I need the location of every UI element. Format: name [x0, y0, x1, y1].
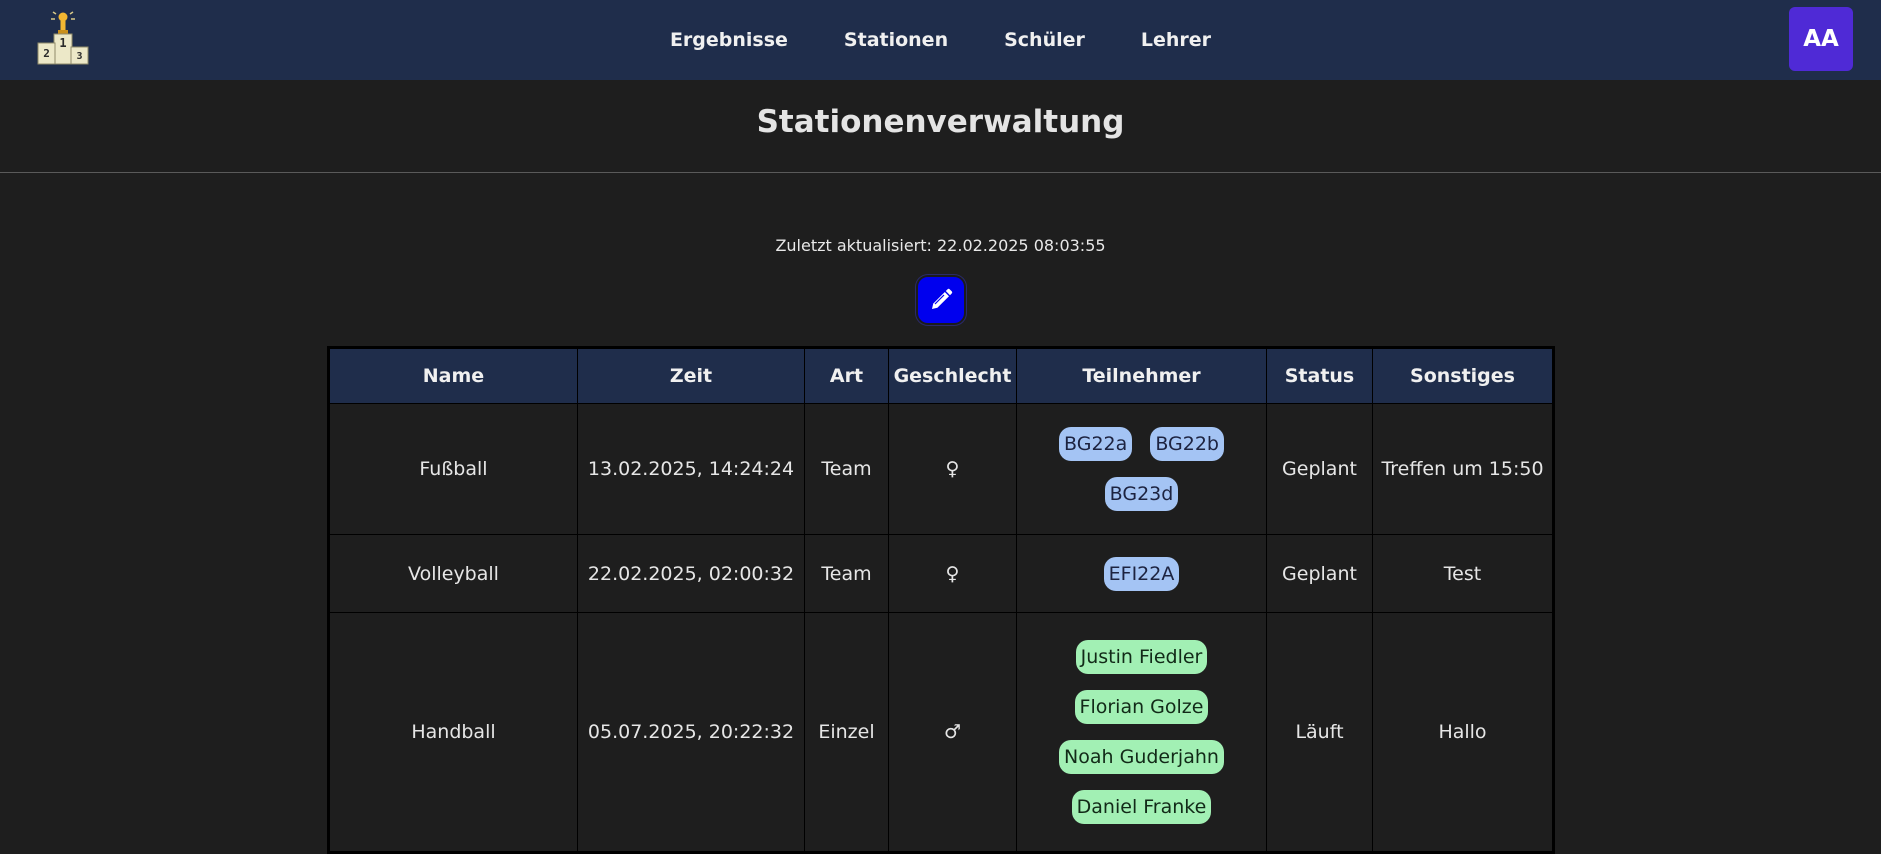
cell-status: Geplant: [1266, 403, 1373, 535]
cell-name: Fußball: [328, 403, 578, 535]
header-divider: [0, 172, 1881, 173]
cell-time: 22.02.2025, 02:00:32: [577, 534, 805, 613]
nav-link-ergebnisse[interactable]: Ergebnisse: [642, 21, 816, 59]
table-row[interactable]: Volleyball 22.02.2025, 02:00:32 Team ♀ E…: [328, 534, 1554, 613]
pencil-icon: [932, 288, 953, 309]
cell-type: Team: [804, 403, 889, 535]
logo-digit-2: 2: [43, 47, 50, 60]
stations-table: Name Zeit Art Geschlecht Teilnehmer Stat…: [327, 346, 1555, 854]
logo-digit-1: 1: [59, 36, 66, 50]
cell-participants: Justin Fiedler Florian Golze Noah Guderj…: [1016, 612, 1267, 853]
logo-digit-3: 3: [76, 51, 82, 62]
student-tag[interactable]: Noah Guderjahn: [1059, 740, 1224, 774]
class-tag[interactable]: BG23d: [1104, 477, 1179, 511]
class-tag[interactable]: EFI22A: [1103, 556, 1180, 591]
cell-status: Geplant: [1266, 534, 1373, 613]
cell-status: Läuft: [1266, 612, 1373, 853]
col-header-sonstiges[interactable]: Sonstiges: [1372, 347, 1554, 404]
nav-link-stationen[interactable]: Stationen: [816, 21, 976, 59]
nav-links: Ergebnisse Stationen Schüler Lehrer: [0, 0, 1881, 80]
student-tag[interactable]: Justin Fiedler: [1075, 640, 1208, 674]
table-row[interactable]: Handball 05.07.2025, 20:22:32 Einzel ♂ J…: [328, 612, 1554, 853]
cell-time: 13.02.2025, 14:24:24: [577, 403, 805, 535]
col-header-geschlecht[interactable]: Geschlecht: [888, 347, 1017, 404]
cell-type: Team: [804, 534, 889, 613]
table-header-row: Name Zeit Art Geschlecht Teilnehmer Stat…: [328, 347, 1554, 404]
nav-link-lehrer[interactable]: Lehrer: [1113, 21, 1239, 59]
cell-name: Volleyball: [328, 534, 578, 613]
cell-time: 05.07.2025, 20:22:32: [577, 612, 805, 853]
col-header-status[interactable]: Status: [1266, 347, 1373, 404]
cell-participants: BG22a BG22b BG23d: [1016, 403, 1267, 535]
cell-other: Test: [1372, 534, 1554, 613]
col-header-name[interactable]: Name: [328, 347, 578, 404]
cell-gender-female-icon: ♀: [888, 534, 1017, 613]
top-navbar: 2 1 3 Ergebnisse Stationen Schüler Lehre…: [0, 0, 1881, 80]
podium-logo-icon[interactable]: 2 1 3: [36, 10, 90, 66]
student-tag[interactable]: Florian Golze: [1074, 690, 1209, 724]
student-tag[interactable]: Daniel Franke: [1071, 790, 1212, 824]
page-title: Stationenverwaltung: [756, 104, 1125, 140]
cell-type: Einzel: [804, 612, 889, 853]
cell-name: Handball: [328, 612, 578, 853]
cell-gender-male-icon: ♂: [888, 612, 1017, 853]
cell-participants: EFI22A: [1016, 534, 1267, 613]
col-header-art[interactable]: Art: [804, 347, 889, 404]
last-updated-text: Zuletzt aktualisiert: 22.02.2025 08:03:5…: [775, 236, 1106, 255]
col-header-zeit[interactable]: Zeit: [577, 347, 805, 404]
table-row[interactable]: Fußball 13.02.2025, 14:24:24 Team ♀ BG22…: [328, 403, 1554, 535]
cell-gender-female-icon: ♀: [888, 403, 1017, 535]
user-avatar-button[interactable]: AA: [1789, 7, 1853, 71]
class-tag[interactable]: BG22b: [1150, 427, 1224, 461]
cell-other: Hallo: [1372, 612, 1554, 853]
cell-other: Treffen um 15:50: [1372, 403, 1554, 535]
nav-link-schueler[interactable]: Schüler: [976, 21, 1113, 59]
edit-button[interactable]: [916, 275, 966, 325]
col-header-teilnehmer[interactable]: Teilnehmer: [1016, 347, 1267, 404]
class-tag[interactable]: BG22a: [1059, 427, 1133, 461]
